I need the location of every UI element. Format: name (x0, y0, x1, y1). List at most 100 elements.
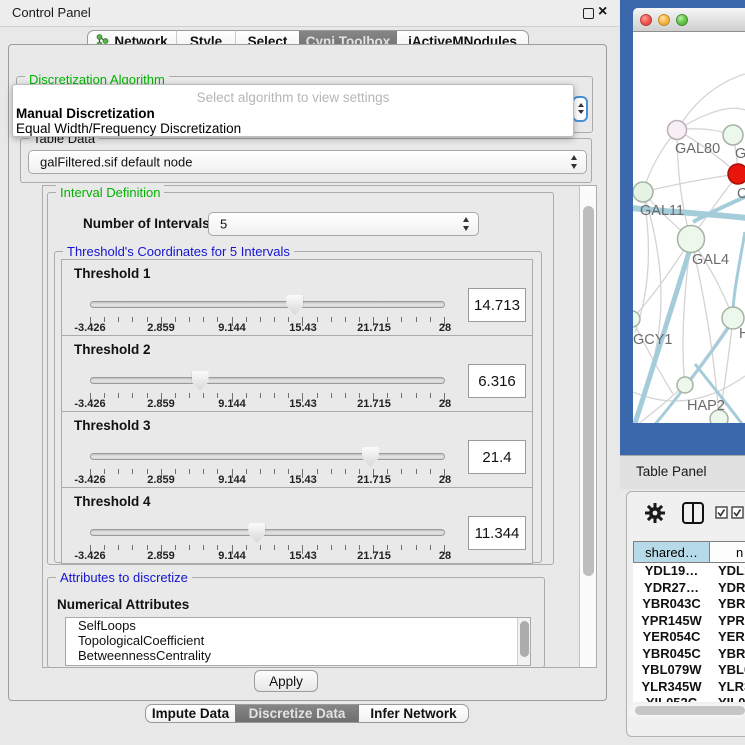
numerical-attributes-label: Numerical Attributes (57, 597, 189, 612)
thresholds-group-title: Threshold's Coordinates for 5 Intervals (63, 244, 294, 259)
tab-infer-network[interactable]: Infer Network (359, 704, 469, 723)
list-item-topologicalcoefficient[interactable]: TopologicalCoefficient (66, 633, 530, 648)
tick-label: -3.426 (74, 550, 105, 562)
threshold-4-slider[interactable] (90, 522, 445, 544)
gear-icon[interactable] (645, 503, 665, 523)
threshold-2-value-field[interactable]: 6.316 (468, 364, 526, 398)
split-columns-icon[interactable] (681, 501, 705, 525)
checkbox-checked-icon[interactable] (715, 506, 728, 519)
slider-track[interactable] (90, 453, 445, 460)
slider-thumb[interactable] (362, 447, 379, 467)
threshold-1-slider[interactable] (90, 294, 445, 316)
network-window-titlebar (633, 8, 745, 32)
list-scrollbar[interactable] (517, 618, 530, 665)
dropdown-option-manual-discretization[interactable]: Manual Discretization (16, 106, 570, 121)
node-gcy1[interactable] (633, 311, 640, 327)
cell[interactable]: YBL0 (710, 662, 745, 679)
zoom-traffic-light-icon[interactable] (676, 14, 688, 26)
cell[interactable]: YLR345W (633, 679, 710, 696)
tab-discretize-data-label: Discretize Data (249, 706, 346, 721)
slider-thumb[interactable] (286, 295, 303, 315)
node-ga[interactable] (723, 125, 743, 145)
cell[interactable]: YER054C (633, 629, 710, 646)
cell[interactable]: YBR0 (710, 596, 745, 613)
tick-label: 21.715 (357, 550, 391, 562)
tick-label: 2.859 (147, 550, 175, 562)
table-row[interactable]: YPR145WYPR1 (633, 613, 745, 630)
threshold-1-label: Threshold 1 (74, 266, 151, 281)
slider-thumb[interactable] (248, 523, 265, 543)
table-data-combobox[interactable]: galFiltered.sif default node (28, 150, 587, 174)
list-item-betweennesscentrality[interactable]: BetweennessCentrality (66, 648, 530, 663)
threshold-3-value-field[interactable]: 21.4 (468, 440, 526, 474)
threshold-3-slider[interactable] (90, 446, 445, 468)
screenshot-root: Control Panel × Network Style Select Cyn… (0, 0, 745, 745)
list-item-selfloops[interactable]: SelfLoops (66, 618, 530, 633)
threshold-4-value-field[interactable]: 11.344 (468, 516, 526, 550)
cell[interactable]: YDL19… (633, 563, 710, 580)
dropdown-option-equal-width-frequency[interactable]: Equal Width/Frequency Discretization (16, 121, 570, 136)
table-row[interactable]: YDR27…YDR2 (633, 580, 745, 597)
stepper-down-icon (463, 226, 469, 231)
numerical-attributes-list[interactable]: SelfLoops TopologicalCoefficient Between… (65, 617, 531, 666)
node-gal4[interactable] (678, 226, 705, 253)
cell[interactable]: YPR1 (710, 613, 745, 630)
threshold-2-label: Threshold 2 (74, 342, 151, 357)
cell[interactable]: YPR145W (633, 613, 710, 630)
node-hap2[interactable] (677, 377, 693, 393)
cell[interactable]: YLR3 (710, 679, 745, 696)
tab-impute-data[interactable]: Impute Data (145, 704, 235, 723)
network-canvas[interactable]: GAL80 GA C GAL11 GAL4 GCY1 H HAP2 (633, 32, 745, 423)
cell[interactable]: YBR043C (633, 596, 710, 613)
slider-track[interactable] (90, 301, 445, 308)
cell[interactable]: YDL1 (710, 563, 745, 580)
table-row[interactable]: YER054CYER0 (633, 629, 745, 646)
checkbox-checked-icon[interactable] (731, 506, 744, 519)
cell[interactable]: YBR0 (710, 646, 745, 663)
cell[interactable]: YIL0 (710, 695, 745, 702)
apply-button[interactable]: Apply (254, 670, 318, 692)
table-row[interactable]: YIL052CYIL0 (633, 695, 745, 702)
cell[interactable]: YDR27… (633, 580, 710, 597)
table-row[interactable]: YBL079WYBL0 (633, 662, 745, 679)
list-scrollbar-thumb[interactable] (520, 621, 529, 657)
cell[interactable]: YIL052C (633, 695, 710, 702)
close-traffic-light-icon[interactable] (640, 14, 652, 26)
algorithm-combobox[interactable] (572, 96, 588, 122)
table-row[interactable]: YDL19…YDL1 (633, 563, 745, 580)
table-row[interactable]: YBR043CYBR0 (633, 596, 745, 613)
vertical-scrollbar-thumb[interactable] (583, 206, 594, 576)
tick-label: 21.715 (357, 474, 391, 486)
node-selected-red[interactable] (728, 164, 745, 184)
node-label-c: C (737, 186, 745, 202)
stepper-down-icon (578, 110, 584, 114)
horizontal-scrollbar[interactable] (629, 704, 745, 717)
horizontal-scrollbar-thumb[interactable] (635, 706, 745, 715)
cell[interactable]: YBL079W (633, 662, 710, 679)
threshold-2-slider[interactable] (90, 370, 445, 392)
float-window-icon[interactable] (583, 8, 594, 19)
slider-track[interactable] (90, 377, 445, 384)
tick-label: 28 (439, 398, 451, 410)
node-gal80[interactable] (668, 121, 687, 140)
minimize-traffic-light-icon[interactable] (658, 14, 670, 26)
threshold-1-value-field[interactable]: 14.713 (468, 288, 526, 322)
tab-discretize-data[interactable]: Discretize Data (235, 704, 359, 723)
node-gal11[interactable] (633, 182, 653, 202)
node-label-ga: GA (735, 146, 745, 162)
tick-label: 9.144 (218, 550, 246, 562)
tick-label: 15.43 (289, 322, 317, 334)
column-header-name[interactable]: n (710, 541, 745, 563)
slider-thumb[interactable] (192, 371, 209, 391)
cell[interactable]: YBR045C (633, 646, 710, 663)
number-of-intervals-combobox[interactable]: 5 (208, 212, 479, 236)
slider-track[interactable] (90, 529, 445, 536)
threshold-4-label: Threshold 4 (74, 494, 151, 509)
vertical-scrollbar[interactable] (579, 186, 596, 667)
cell[interactable]: YER0 (710, 629, 745, 646)
column-header-shared-name[interactable]: shared… (633, 541, 710, 563)
table-row[interactable]: YBR045CYBR0 (633, 646, 745, 663)
cell[interactable]: YDR2 (710, 580, 745, 597)
close-icon[interactable]: × (598, 2, 607, 22)
table-row[interactable]: YLR345WYLR3 (633, 679, 745, 696)
